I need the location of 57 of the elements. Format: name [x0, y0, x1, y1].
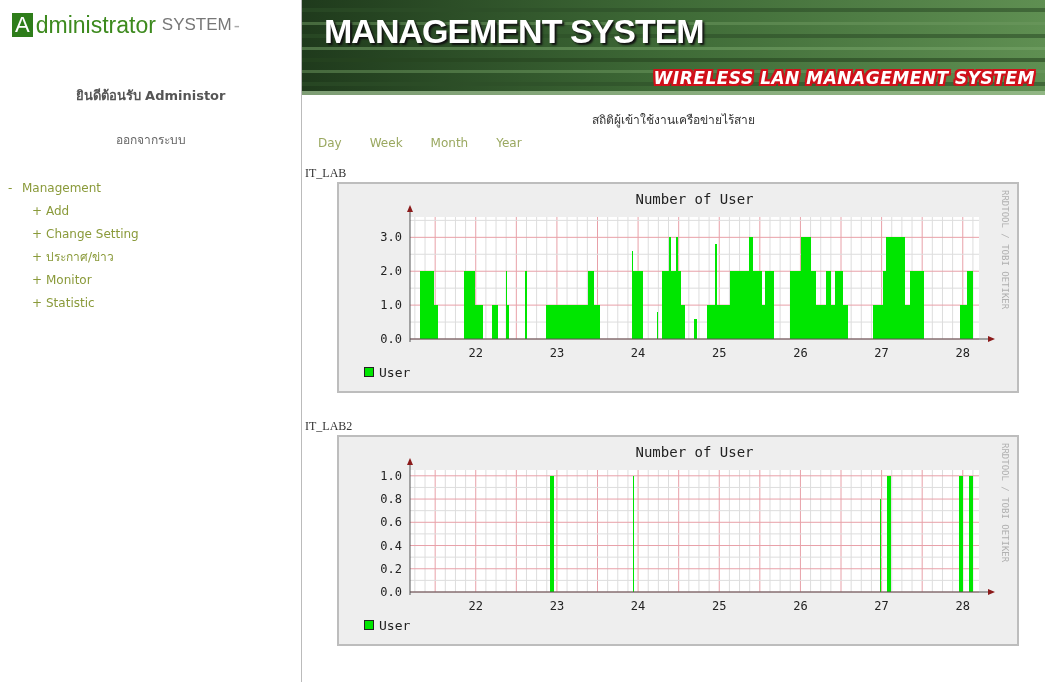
logo-text: dministrator [35, 12, 156, 37]
period-tab[interactable]: Week [366, 134, 406, 152]
menu-item[interactable]: Statistic [46, 294, 95, 312]
credit-text: RRDTOOL / TOBI OETIKER [1000, 190, 1010, 310]
x-tick-label: 27 [874, 346, 889, 360]
x-tick-label: 28 [955, 346, 970, 360]
y-tick-label: 2.0 [380, 264, 402, 279]
y-tick-label: 0.0 [380, 585, 402, 599]
chart-title: Number of User [635, 191, 754, 207]
credit-text: RRDTOOL / TOBI OETIKER [1000, 443, 1010, 563]
y-tick-label: 0.2 [380, 561, 402, 576]
x-tick-label: 27 [874, 599, 889, 613]
x-tick-label: 22 [468, 346, 483, 360]
logo-initial: A [12, 12, 33, 37]
period-tab[interactable]: Day [315, 134, 345, 152]
logo-suffix: SYSTEM [161, 13, 232, 36]
graph-label: IT_LAB [305, 166, 347, 180]
y-tick-label: 1.0 [380, 298, 402, 313]
tree-marker[interactable]: + [32, 248, 46, 266]
menu-item[interactable]: ประกาศ/ข่าว [46, 248, 115, 266]
graph-label: IT_LAB2 [305, 419, 353, 433]
y-tick-label: 0.8 [380, 492, 402, 507]
x-tick-label: 23 [549, 346, 565, 360]
menu-item[interactable]: Monitor [46, 271, 92, 289]
tree-marker[interactable]: + [32, 271, 46, 289]
legend-label: User [379, 365, 411, 380]
tree-marker[interactable]: + [32, 202, 46, 220]
banner-subtitle: WIRELESS LAN MANAGEMENT SYSTEM [653, 68, 1035, 88]
x-tick-label: 26 [793, 599, 808, 613]
banner-title: MANAGEMENT SYSTEM [324, 12, 704, 50]
x-tick-label: 26 [793, 346, 808, 360]
y-tick-label: 3.0 [380, 230, 402, 245]
menu-item[interactable]: Change Setting [46, 225, 139, 243]
menu-item[interactable]: Management [22, 179, 102, 197]
period-tab[interactable]: Month [427, 134, 472, 152]
chart-title: Number of User [635, 444, 754, 460]
page-title: สถิติผู้เข้าใช้งานเครือข่ายไร้สาย [592, 112, 755, 128]
x-tick-label: 24 [630, 599, 646, 613]
y-tick-label: 0.6 [380, 515, 402, 530]
y-tick-label: 0.0 [380, 332, 402, 346]
logout-link[interactable]: ออกจากระบบ [115, 130, 186, 149]
y-tick-label: 0.4 [380, 538, 402, 553]
x-tick-label: 24 [630, 346, 646, 360]
x-tick-label: 22 [468, 599, 483, 613]
x-tick-label: 25 [712, 599, 727, 613]
period-tab[interactable]: Year [493, 134, 525, 152]
x-tick-label: 23 [549, 599, 565, 613]
tree-marker[interactable]: - [8, 179, 22, 197]
menu-item[interactable]: Add [46, 202, 70, 220]
x-tick-label: 25 [712, 346, 727, 360]
legend-label: User [379, 618, 411, 633]
y-tick-label: 1.0 [380, 468, 402, 483]
tree-marker[interactable]: + [32, 294, 46, 312]
tree-marker[interactable]: + [32, 225, 46, 243]
x-tick-label: 28 [955, 599, 970, 613]
welcome-text: ยินดีต้อนรับ Administor [75, 87, 226, 105]
logo-dash: - [233, 13, 240, 37]
